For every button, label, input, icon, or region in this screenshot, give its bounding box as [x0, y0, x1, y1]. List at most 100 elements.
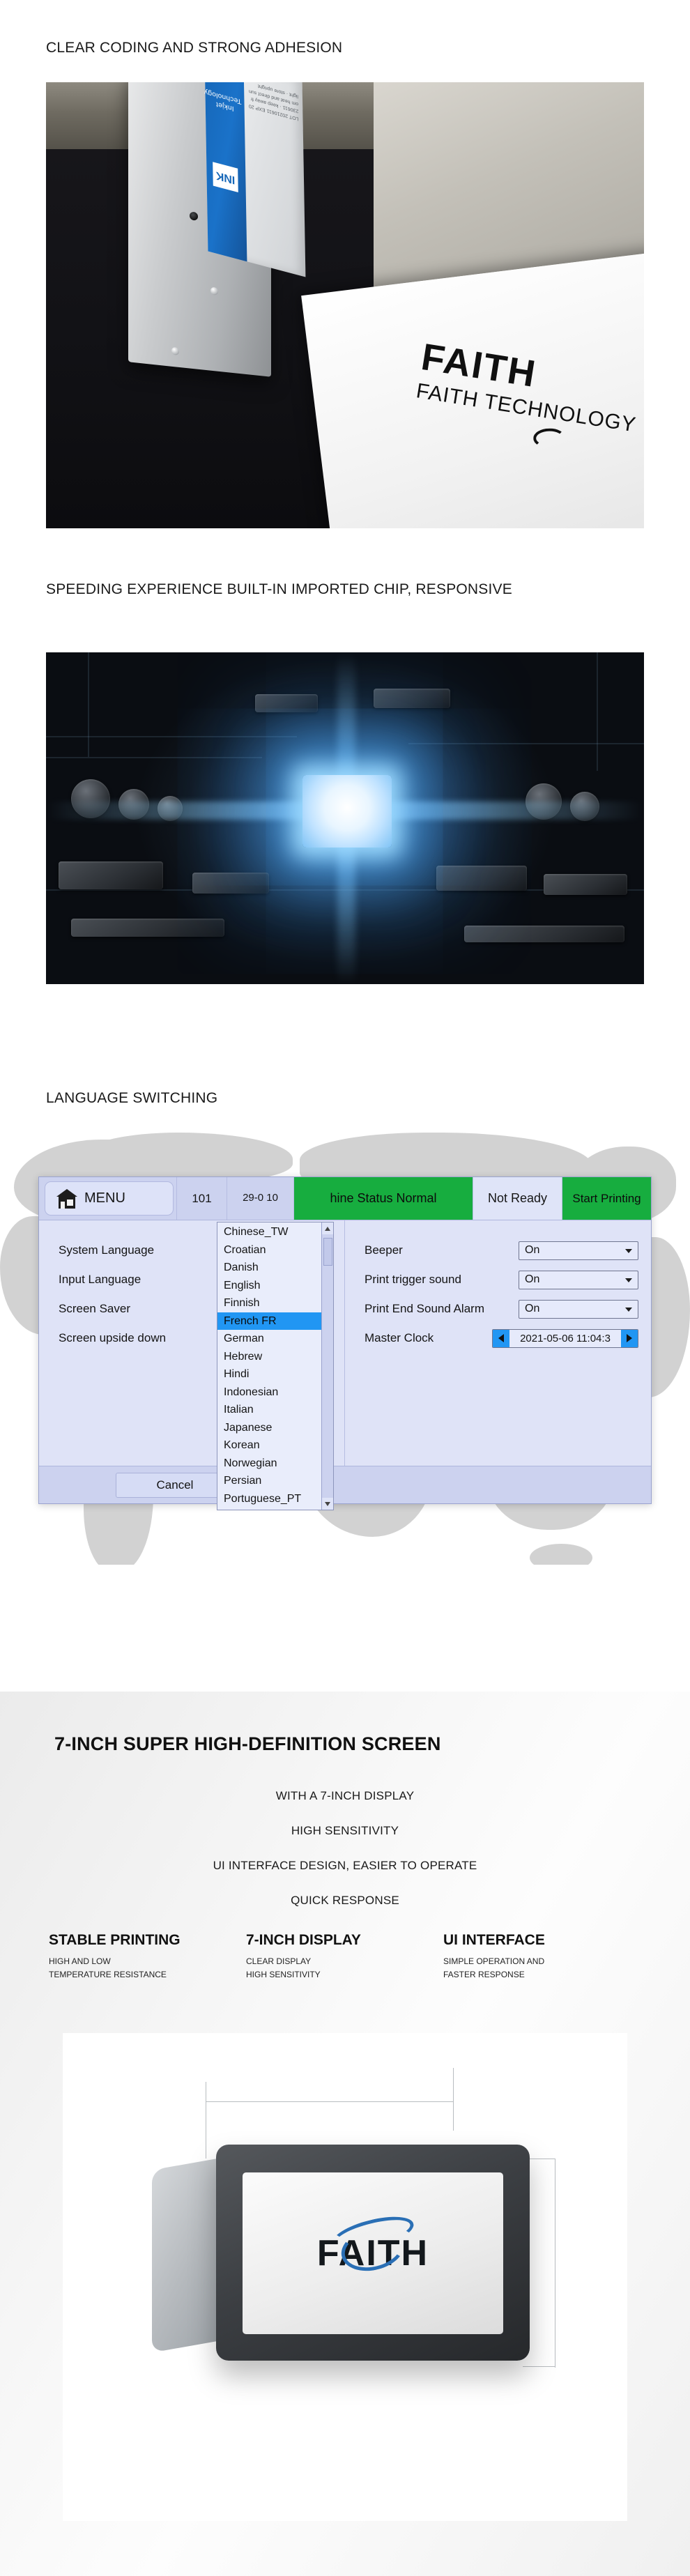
feature-line: UI INTERFACE DESIGN, EASIER TO OPERATE [213, 1859, 477, 1872]
section-speeding-experience: SPEEDING EXPERIENCE BUILT-IN IMPORTED CH… [0, 551, 690, 1038]
print-counter: 101 [176, 1177, 227, 1220]
home-icon [56, 1188, 77, 1209]
feature-column-heading: STABLE PRINTING [49, 1932, 181, 1948]
language-options: Chinese_TW Croatian Danish English Finni… [217, 1222, 321, 1510]
list-item[interactable]: Finnish [217, 1294, 321, 1312]
pcb-trace [408, 743, 644, 744]
bracket-hole [190, 211, 198, 221]
section-title-speeding: SPEEDING EXPERIENCE BUILT-IN IMPORTED CH… [46, 581, 512, 597]
print-end-sound-alarm-dropdown[interactable]: On [519, 1299, 638, 1319]
pcb-trace [597, 652, 598, 771]
ic-package [255, 694, 318, 712]
pcb-trace [46, 736, 297, 737]
section-language-switching: LANGUAGE SWITCHING MENU 101 29-0 10 hine… [0, 1038, 690, 1568]
scroll-up-icon[interactable] [322, 1222, 333, 1234]
hmi-right-column: Beeper On Print trigger sound On Print E… [345, 1220, 651, 1466]
language-list-scrollbar[interactable] [321, 1222, 333, 1510]
setting-label: Print End Sound Alarm [365, 1302, 484, 1315]
arrow-left-icon[interactable] [493, 1329, 509, 1347]
feature-line: WITH A 7-INCH DISPLAY [275, 1789, 415, 1802]
device-photo: FAITH [63, 2033, 627, 2521]
setting-row-print-end-sound-alarm: Print End Sound Alarm On [345, 1294, 651, 1324]
world-map-background: MENU 101 29-0 10 hine Status Normal Not … [0, 1133, 690, 1565]
ink-box-blue-panel: Inkjet Technology INK [204, 82, 247, 262]
product-photo-chip [46, 652, 644, 984]
connector [464, 926, 624, 942]
list-item[interactable]: Chinese_TW [217, 1223, 321, 1241]
ic-package [436, 866, 527, 891]
feature-column-seven-inch-display: 7-INCH DISPLAY CLEAR DISPLAY HIGH SENSIT… [246, 1932, 443, 1981]
feature-column-heading: UI INTERFACE [443, 1932, 545, 1948]
master-clock-spinner[interactable]: 2021-05-06 11:04:3 [492, 1328, 638, 1348]
menu-button-label: MENU [84, 1190, 125, 1206]
start-printing-button[interactable]: Start Printing [562, 1177, 651, 1220]
print-trigger-sound-dropdown[interactable]: On [519, 1270, 638, 1289]
beeper-dropdown[interactable]: On [519, 1241, 638, 1260]
menu-button[interactable]: MENU [45, 1181, 174, 1216]
setting-label: Master Clock [365, 1331, 434, 1344]
section-title-clear-coding: CLEAR CODING AND STRONG ADHESION [46, 40, 343, 56]
section-clear-coding: CLEAR CODING AND STRONG ADHESION Inkjet … [0, 0, 690, 551]
setting-row-print-trigger-sound: Print trigger sound On [345, 1265, 651, 1294]
ink-box-brand-label: Inkjet Technology [204, 88, 242, 113]
list-item[interactable]: Persian [217, 1472, 321, 1490]
list-item[interactable]: Norwegian [217, 1455, 321, 1473]
list-item[interactable]: English [217, 1277, 321, 1295]
list-item[interactable]: Portuguese_PT [217, 1490, 321, 1508]
arrow-right-icon[interactable] [621, 1329, 638, 1347]
master-clock-value: 2021-05-06 11:04:3 [520, 1332, 611, 1344]
device-bezel: FAITH [216, 2145, 530, 2361]
ic-package [192, 873, 269, 894]
screen-feature-columns: STABLE PRINTING HIGH AND LOW TEMPERATURE… [49, 1932, 641, 1981]
feature-column-stable-printing: STABLE PRINTING HIGH AND LOW TEMPERATURE… [49, 1932, 246, 1981]
system-language-dropdown-list[interactable]: Chinese_TW Croatian Danish English Finni… [217, 1222, 334, 1510]
hmi-window[interactable]: MENU 101 29-0 10 hine Status Normal Not … [38, 1176, 652, 1510]
device-screen: FAITH [243, 2172, 503, 2334]
ic-package [544, 874, 627, 895]
list-item[interactable]: Korean [217, 1436, 321, 1455]
beeper-value: On [525, 1244, 540, 1256]
list-item-selected[interactable]: French FR [217, 1312, 321, 1330]
ic-package [59, 861, 163, 889]
hmi-status-bar: MENU 101 29-0 10 hine Status Normal Not … [39, 1177, 651, 1220]
feature-line: HIGH SENSITIVITY [291, 1824, 399, 1837]
feature-column-desc: SIMPLE OPERATION AND FASTER RESPONSE [443, 1956, 545, 1979]
setting-label: Beeper [365, 1243, 403, 1257]
product-photo-clear-coding: Inkjet Technology INK LOT 20210611 EXP 2… [46, 82, 644, 528]
chevron-down-icon [625, 1249, 632, 1253]
list-item[interactable]: German [217, 1330, 321, 1348]
device-screen-logo: FAITH [317, 2210, 429, 2278]
list-item[interactable]: Japanese [217, 1419, 321, 1437]
faith-swirl-icon [532, 428, 566, 449]
scrollbar-thumb[interactable] [323, 1238, 332, 1266]
imported-chip [302, 775, 392, 848]
section-seven-inch-screen: 7-INCH SUPER HIGH-DEFINITION SCREEN WITH… [0, 1692, 690, 2576]
screen-section-heading: 7-INCH SUPER HIGH-DEFINITION SCREEN [54, 1733, 441, 1754]
list-item[interactable]: Danish [217, 1259, 321, 1277]
feature-column-ui-interface: UI INTERFACE SIMPLE OPERATION AND FASTER… [443, 1932, 641, 1981]
chevron-down-icon [625, 1308, 632, 1312]
printed-faith-logo: FAITH FAITH TECHNOLOGY [415, 335, 644, 449]
pcb-trace [88, 652, 89, 757]
list-item[interactable]: Hindi [217, 1365, 321, 1383]
printer-mounting-bracket: Inkjet Technology INK LOT 20210611 EXP 2… [128, 82, 306, 377]
list-item[interactable]: Hebrew [217, 1348, 321, 1366]
connector [71, 919, 224, 937]
list-item[interactable]: Croatian [217, 1241, 321, 1259]
datetime-display: 29-0 10 [227, 1177, 293, 1220]
setting-label: Print trigger sound [365, 1273, 461, 1286]
hmi-footer-bar: Cancel [39, 1466, 651, 1503]
list-item[interactable]: Indonesian [217, 1383, 321, 1402]
hmi-device-render: FAITH [152, 2138, 542, 2368]
print-end-sound-alarm-value: On [525, 1303, 540, 1314]
ink-cartridge-box: Inkjet Technology INK LOT 20210611 EXP 2… [204, 82, 306, 277]
list-item[interactable]: Italian [217, 1401, 321, 1419]
hmi-settings-body: System Language Input Language Screen Sa… [39, 1220, 651, 1510]
pcb-trace [46, 757, 262, 758]
machine-status-badge: hine Status Normal [293, 1177, 473, 1220]
section-title-language-switching: LANGUAGE SWITCHING [46, 1090, 218, 1106]
ic-package [374, 689, 450, 708]
feature-column-desc: CLEAR DISPLAY HIGH SENSITIVITY [246, 1956, 321, 1979]
ink-box-fineprint: LOT 20210611 EXP 20230611 · keep away fr… [248, 83, 299, 121]
scroll-down-icon[interactable] [322, 1498, 333, 1510]
